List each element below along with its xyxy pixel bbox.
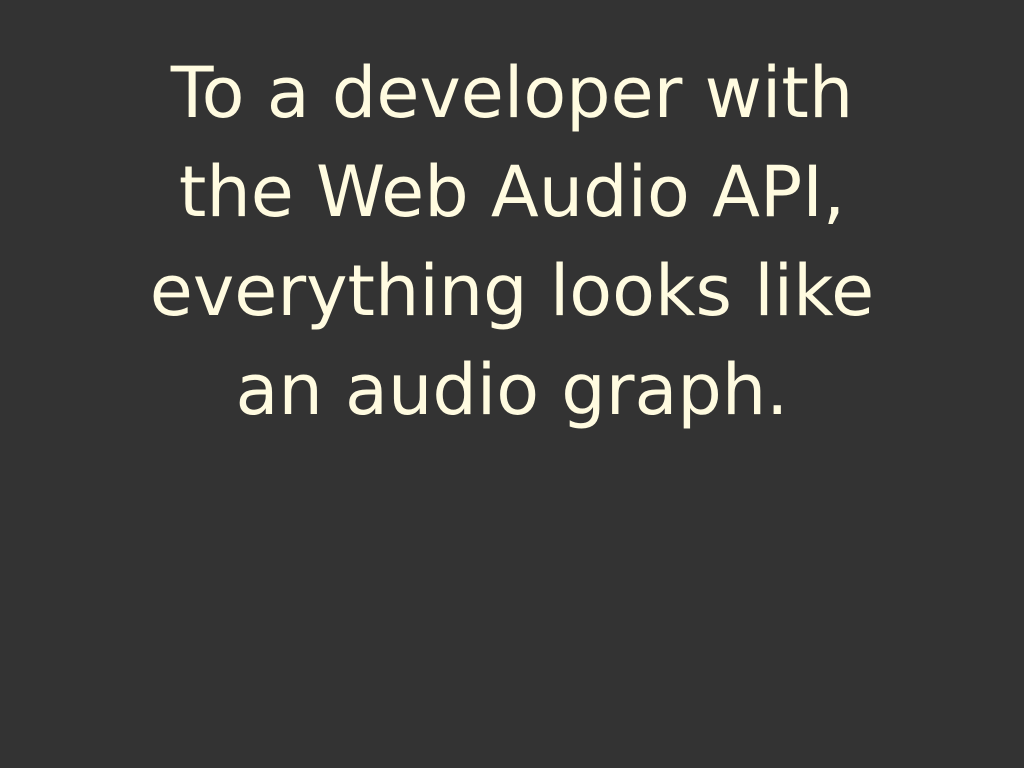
quote-line-3: everything looks like [149,250,875,332]
quote-line-2: the Web Audio API, [178,151,846,233]
quote-line-4: an audio graph. [235,349,789,431]
slide-quote: To a developer with the Web Audio API, e… [40,44,984,440]
quote-line-1: To a developer with [170,52,854,134]
presentation-slide: To a developer with the Web Audio API, e… [0,0,1024,768]
